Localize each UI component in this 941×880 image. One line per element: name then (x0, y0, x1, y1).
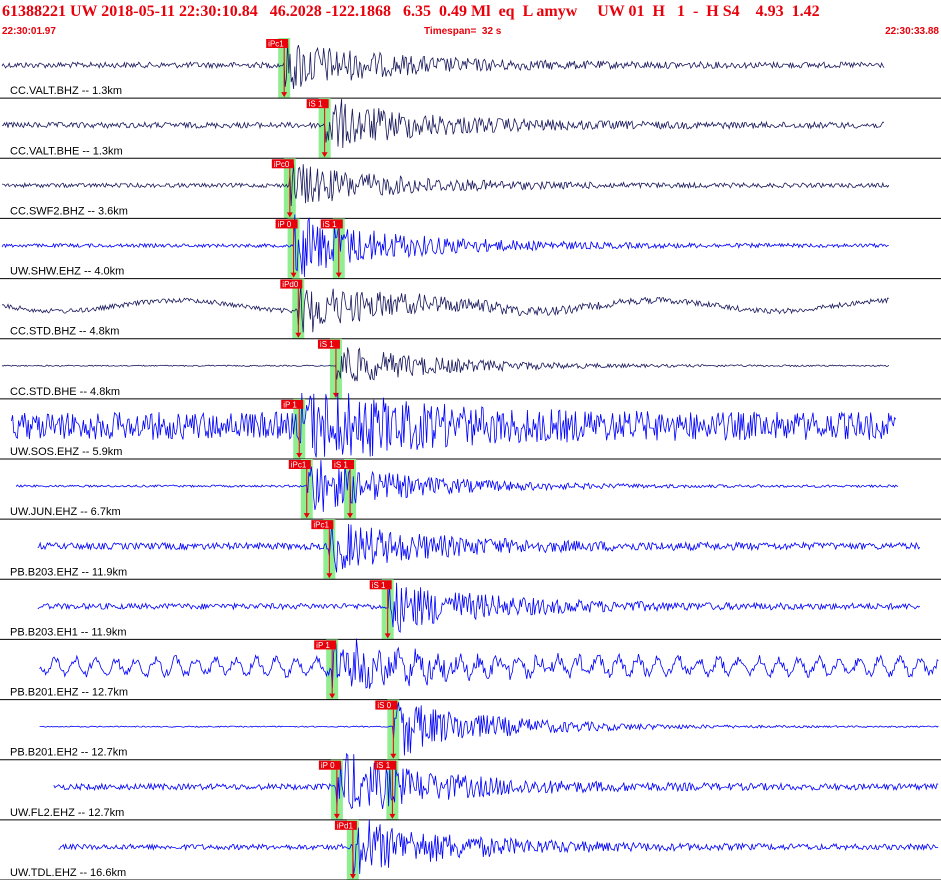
pick-label: iP 1 (316, 641, 330, 650)
seismogram-panel[interactable]: iPc1 CC.VALT.BHZ -- 1.3km iS 1 CC.VALT.BHE … (0, 38, 941, 880)
waveform-trace (1, 214, 889, 278)
event-title: 61388221 UW 2018-05-11 22:30:10.84 46.20… (2, 3, 820, 20)
trace-row[interactable]: iPd0 CC.STD.BHZ -- 4.8km (0, 278, 941, 340)
waveform-trace (1, 163, 890, 207)
pick-label: iS 1 (323, 220, 337, 229)
trace-row[interactable]: iP 1 UW.SOS.EHZ -- 5.9km (0, 392, 941, 460)
trace-row[interactable]: iS 1 CC.STD.BHE -- 4.8km (0, 338, 941, 400)
channel-label: UW.SHW.EHZ -- 4.0km (10, 266, 124, 278)
pick-label: iP 0 (278, 220, 292, 229)
trace-row[interactable]: iS 1 PB.B203.EH1 -- 11.9km (0, 579, 941, 640)
waveform-trace (11, 392, 897, 458)
channel-label: UW.FL2.EHZ -- 12.7km (10, 807, 124, 819)
pick-label: iS 0 (377, 701, 391, 710)
waveform-trace (1, 98, 885, 149)
waveform-viewer: 61388221 UW 2018-05-11 22:30:10.84 46.20… (0, 0, 941, 880)
waveform-trace (1, 347, 890, 382)
pick-label: iS 1 (320, 340, 334, 349)
waveform-trace (53, 752, 939, 810)
timespan-label: Timespan= 32 s (424, 26, 502, 37)
pick-label: iS 1 (334, 461, 348, 470)
pick-label: iS 1 (376, 761, 390, 770)
waveform-trace (1, 39, 885, 90)
channel-label: CC.VALT.BHZ -- 1.3km (10, 85, 122, 97)
pick-label: iPc1 (313, 521, 329, 530)
trace-row[interactable]: iPd1 UW.TDL.EHZ -- 16.6km (0, 819, 941, 880)
waveform-trace (15, 460, 899, 512)
pick-label: iPd1 (337, 821, 354, 830)
pick-label: iS 1 (309, 100, 323, 109)
pick-label: iS 1 (372, 581, 386, 590)
trace-row[interactable]: iPc1 CC.VALT.BHZ -- 1.3km (0, 38, 941, 99)
channel-label: UW.SOS.EHZ -- 5.9km (10, 446, 122, 458)
channel-label: CC.STD.BHZ -- 4.8km (10, 326, 119, 338)
trace-row[interactable]: iS 1 CC.VALT.BHE -- 1.3km (0, 98, 941, 159)
end-time: 22:30:33.88 (885, 26, 939, 37)
waveform-trace (39, 702, 939, 756)
waveform-trace (39, 638, 939, 689)
channel-label: PB.B201.EHZ -- 12.7km (10, 687, 128, 699)
pick-label: iPc1 (291, 461, 307, 470)
channel-label: PB.B203.EHZ -- 11.9km (10, 566, 127, 578)
channel-label: CC.SWF2.BHZ -- 3.6km (10, 205, 128, 217)
waveform-trace (1, 283, 889, 333)
event-header: 61388221 UW 2018-05-11 22:30:10.84 46.20… (0, 0, 941, 38)
pick-label: iPc0 (274, 160, 290, 169)
channel-label: PB.B201.EH2 -- 12.7km (10, 747, 127, 759)
trace-row[interactable]: iP 0 iS 1 UW.FL2.EHZ -- 12.7km (0, 752, 941, 821)
channel-label: CC.VALT.BHE -- 1.3km (10, 145, 123, 157)
waveform-trace (37, 582, 921, 633)
trace-row[interactable]: iPc1 iS 1 UW.JUN.EHZ -- 6.7km (0, 459, 941, 520)
channel-label: CC.STD.BHE -- 4.8km (10, 386, 120, 398)
trace-row[interactable]: iPc0 CC.SWF2.BHZ -- 3.6km (0, 158, 941, 219)
channel-label: UW.JUN.EHZ -- 6.7km (10, 506, 121, 518)
trace-row[interactable]: iPc1 PB.B203.EHZ -- 11.9km (0, 519, 941, 580)
waveform-trace (37, 523, 921, 573)
pick-label: iPd0 (282, 280, 299, 289)
pick-label: iP 0 (321, 761, 335, 770)
channel-label: UW.TDL.EHZ -- 16.6km (10, 867, 126, 879)
trace-row[interactable]: iS 0 PB.B201.EH2 -- 12.7km (0, 699, 941, 761)
trace-row[interactable]: iP 0 iS 1 UW.SHW.EHZ -- 4.0km (0, 214, 941, 280)
pick-label: iP 1 (283, 400, 297, 409)
pick-label: iPc1 (268, 40, 284, 49)
waveform-trace (58, 819, 939, 875)
channel-label: PB.B203.EH1 -- 11.9km (10, 626, 127, 638)
start-time: 22:30:01.97 (2, 26, 56, 37)
trace-row[interactable]: iP 1 PB.B201.EHZ -- 12.7km (0, 638, 941, 701)
